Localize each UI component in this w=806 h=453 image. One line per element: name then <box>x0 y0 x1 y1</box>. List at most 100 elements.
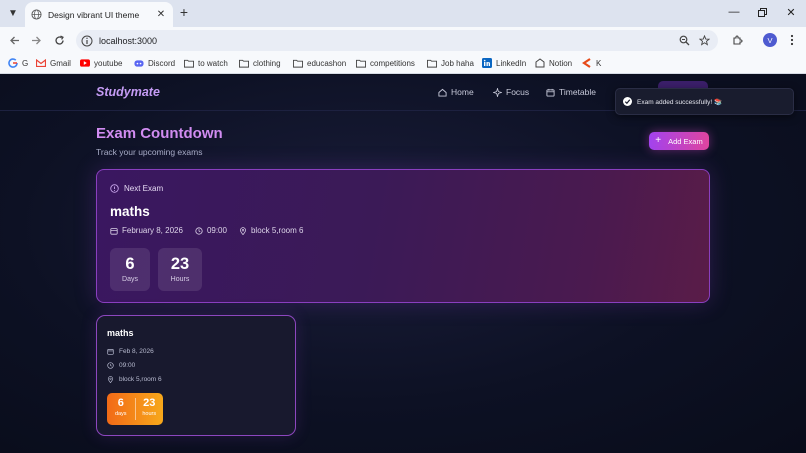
hours-value: 23 <box>170 255 190 273</box>
nav-focus[interactable]: Focus <box>493 87 529 97</box>
next-exam-subject: maths <box>110 204 150 219</box>
restore-icon[interactable] <box>752 4 772 20</box>
folder-icon <box>293 58 303 68</box>
nav-home[interactable]: Home <box>438 87 474 97</box>
bookmark-clothing[interactable]: clothing <box>239 56 281 70</box>
tab-search-chevron-icon[interactable]: ▼ <box>4 4 22 22</box>
browser-tab-strip: ▼ Design vibrant UI theme ✕ + — ✕ <box>0 0 806 27</box>
nav-label: Focus <box>506 87 530 97</box>
toast-message: Exam added successfully! 📚 <box>637 98 723 106</box>
bookmark-label: LinkedIn <box>496 58 527 68</box>
bookmark-job-haha[interactable]: Job haha <box>427 56 474 70</box>
next-exam-date: February 8, 2026 <box>110 226 183 235</box>
bookmark-label: Notion <box>549 58 573 68</box>
home-icon <box>438 88 447 97</box>
close-window-icon[interactable]: ✕ <box>781 4 801 20</box>
tab-title: Design vibrant UI theme <box>48 9 140 20</box>
sparkle-icon <box>493 87 502 97</box>
extensions-puzzle-icon[interactable] <box>729 32 745 48</box>
bookmark-discord[interactable]: Discord <box>134 56 175 70</box>
date-text: Feb 8, 2026 <box>119 348 154 355</box>
back-icon[interactable] <box>6 32 22 48</box>
bookmark-competitions[interactable]: competitions <box>356 56 415 70</box>
exam-location: block 5,room 6 <box>107 376 162 383</box>
nav-timetable[interactable]: Timetable <box>546 87 596 97</box>
browser-menu-icon[interactable] <box>784 32 800 48</box>
bookmark-educashon[interactable]: educashon <box>293 56 346 70</box>
new-tab-button[interactable]: + <box>176 4 192 20</box>
calendar-icon <box>546 88 555 97</box>
bookmark-notion[interactable]: Notion <box>535 56 572 70</box>
time-text: 09:00 <box>119 362 136 369</box>
folder-icon <box>356 58 366 68</box>
alert-circle-icon <box>110 184 119 193</box>
bookmark-star-icon[interactable] <box>696 30 712 51</box>
bookmark-label: educashon <box>307 58 347 68</box>
bookmark-gmail[interactable]: Gmail <box>36 56 71 70</box>
map-pin-icon <box>240 226 246 235</box>
notion-icon <box>535 58 545 68</box>
google-icon <box>8 58 18 68</box>
page-title: Exam Countdown <box>96 125 223 142</box>
days-value: 6 <box>125 255 135 273</box>
bookmark-linkedin[interactable]: LinkedIn <box>482 56 526 70</box>
zoom-icon[interactable] <box>676 30 692 51</box>
address-bar[interactable]: localhost:3000 <box>76 30 718 51</box>
clock-icon <box>195 226 203 235</box>
folder-icon <box>239 58 249 68</box>
toast-notification[interactable]: Exam added successfully! 📚 <box>615 88 794 115</box>
globe-icon <box>31 9 42 20</box>
browser-toolbar: localhost:3000 <box>0 27 806 53</box>
bookmark-label: K <box>596 58 602 68</box>
browser-tab[interactable]: Design vibrant UI theme ✕ <box>25 2 173 27</box>
bookmark-label: clothing <box>253 58 281 68</box>
next-exam-meta: February 8, 2026 09:00 block 5,room 6 <box>110 226 303 235</box>
location-text: block 5,room 6 <box>119 376 162 383</box>
profile-avatar[interactable]: V <box>763 33 777 47</box>
check-circle-icon <box>623 97 632 106</box>
exam-time: 09:00 <box>107 362 135 369</box>
bookmark-youtube[interactable]: youtube <box>80 56 122 70</box>
bookmark-to-watch[interactable]: to watch <box>184 56 228 70</box>
bookmark-k[interactable]: K <box>582 56 601 70</box>
bookmark-label: Job haha <box>441 58 474 68</box>
k-icon <box>582 58 592 68</box>
discord-icon <box>134 58 144 68</box>
add-exam-button[interactable]: + Add Exam <box>649 132 709 150</box>
exam-countdown: 6 days 23 hours <box>107 393 163 425</box>
forward-icon[interactable] <box>28 32 44 48</box>
bookmark-google[interactable]: G <box>8 56 28 70</box>
bookmark-label: competitions <box>370 58 415 68</box>
calendar-icon <box>107 349 114 355</box>
reload-icon[interactable] <box>51 32 67 48</box>
calendar-icon <box>110 227 118 235</box>
page-subtitle: Track your upcoming exams <box>96 147 203 157</box>
bookmarks-bar: G Gmail youtube Discord to watch clothin… <box>0 53 806 74</box>
next-exam-card: Next Exam maths February 8, 2026 09:00 b… <box>96 169 710 303</box>
hours-label: hours <box>142 411 157 417</box>
bookmark-label: G <box>22 58 29 68</box>
bookmark-label: Gmail <box>50 58 71 68</box>
tab-close-icon[interactable]: ✕ <box>155 9 167 20</box>
folder-icon <box>427 58 437 68</box>
hours-label: Hours <box>170 276 190 283</box>
next-exam-label-text: Next Exam <box>124 184 164 193</box>
app-page: Studymate Home Focus Timetable Exam Coun… <box>0 75 806 453</box>
countdown-hours: 23 Hours <box>158 248 202 291</box>
exam-card[interactable]: maths Feb 8, 2026 09:00 block 5,room 6 6… <box>96 315 296 436</box>
url-text: localhost:3000 <box>99 35 158 46</box>
next-exam-label: Next Exam <box>110 184 163 193</box>
countdown-days: 6 Days <box>110 248 150 291</box>
map-pin-icon <box>107 376 114 383</box>
youtube-icon <box>80 58 90 68</box>
exam-subject: maths <box>107 328 134 338</box>
days-label: days <box>114 411 127 417</box>
minimize-icon[interactable]: — <box>724 4 744 20</box>
clock-icon <box>107 362 114 369</box>
exam-countdown-hours: 23 hours <box>136 393 164 425</box>
brand-logo[interactable]: Studymate <box>96 85 160 99</box>
exam-date: Feb 8, 2026 <box>107 348 154 355</box>
bookmark-label: to watch <box>198 58 228 68</box>
site-info-icon[interactable] <box>81 35 93 47</box>
folder-icon <box>184 58 194 68</box>
